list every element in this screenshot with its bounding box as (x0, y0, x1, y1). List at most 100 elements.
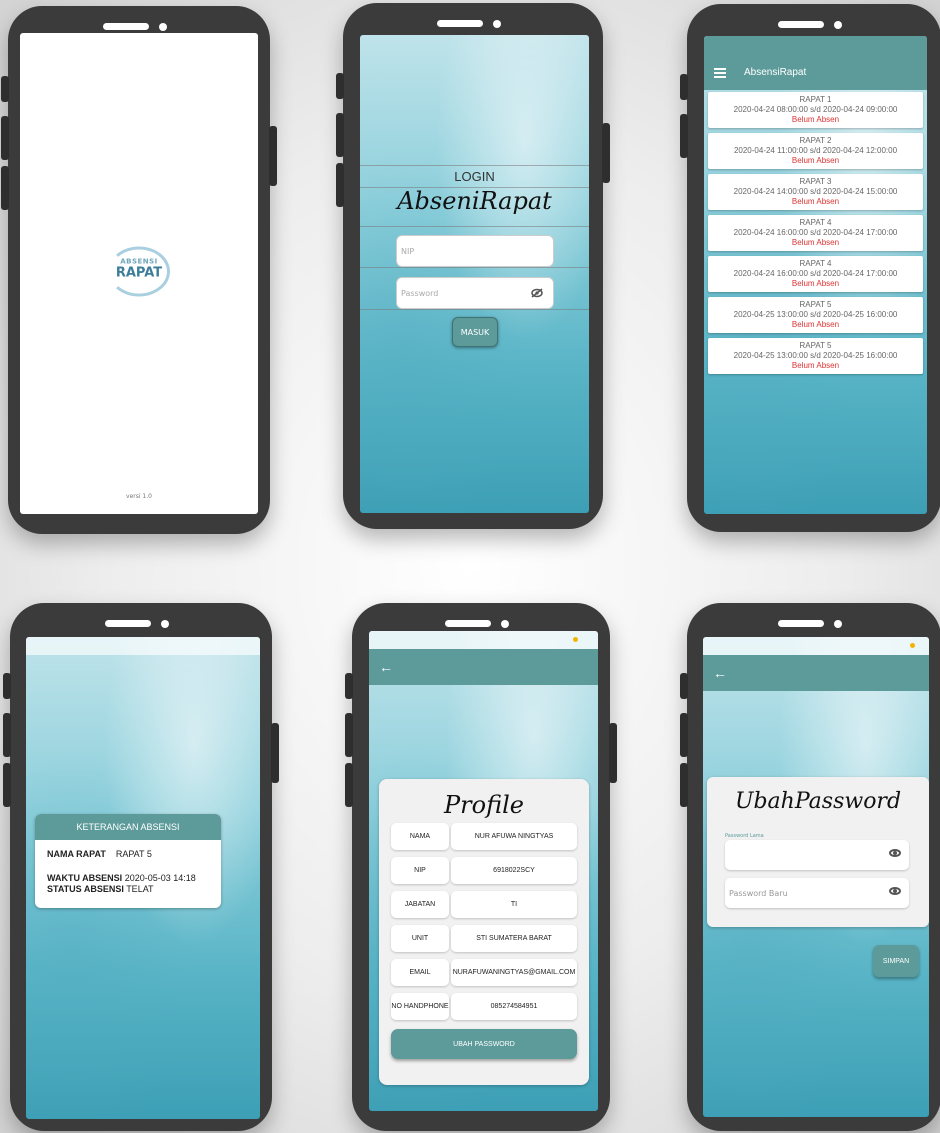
profile-value: 085274584951 (451, 993, 577, 1020)
volume-button (345, 713, 353, 757)
profile-label: NAMA (391, 823, 449, 850)
meeting-card[interactable]: RAPAT 5 2020-04-25 13:00:00 s/d 2020-04-2… (708, 338, 923, 374)
volume-button (680, 114, 688, 158)
meeting-status: Belum Absen (791, 238, 840, 247)
volume-button (680, 763, 688, 807)
profile-label: NO HANDPHONE (391, 993, 449, 1020)
speaker (437, 17, 509, 31)
volume-button (1, 166, 9, 210)
phone-profile: ← Profile NAMA NUR AFUWA NINGTYAS NIP 6918… (345, 603, 617, 1131)
profile-row: UNIT STI SUMATERA BARAT (391, 925, 577, 952)
keterangan-header: KETERANGAN ABSENSI (35, 814, 221, 840)
app-bar: AbsensiRapat (704, 54, 927, 90)
meeting-range: 2020-04-25 13:00:00 s/d 2020-04-25 16:00… (733, 351, 898, 360)
row-label: WAKTU ABSENSI (47, 873, 123, 883)
meeting-title: RAPAT 1 (799, 95, 832, 104)
row-value: 2020-05-03 14:18 (124, 873, 196, 883)
app-bar: ← (703, 655, 929, 691)
meeting-status: Belum Absen (791, 320, 840, 329)
meeting-list-screen: AbsensiRapat RAPAT 1 2020-04-24 08:00:00 … (704, 36, 927, 514)
volume-button (1, 76, 9, 102)
profile-label: EMAIL (391, 959, 449, 986)
profile-value: NURAFUWANINGTYAS@GMAIL.COM (451, 959, 577, 986)
status-bar (369, 631, 598, 649)
phone-login: LOGIN AbseniRapat NIP Password MASUK (336, 3, 610, 529)
volume-button (345, 763, 353, 807)
keterangan-screen: KETERANGAN ABSENSI NAMA RAPAT RAPAT 5 WA… (26, 637, 260, 1119)
ubah-password-title: UbahPassword (734, 789, 902, 814)
eye-icon[interactable] (889, 887, 901, 895)
profile-card: Profile NAMA NUR AFUWA NINGTYAS NIP 691802… (379, 779, 589, 1085)
meeting-status: Belum Absen (791, 197, 840, 206)
password-placeholder: Password (401, 288, 439, 298)
eye-icon[interactable] (889, 849, 901, 857)
meeting-range: 2020-04-24 16:00:00 s/d 2020-04-24 17:00… (733, 269, 898, 278)
meeting-title: RAPAT 4 (799, 259, 832, 268)
notification-dot (910, 643, 915, 648)
speaker (778, 18, 850, 32)
status-bar (704, 36, 927, 54)
app-name-script: AbseniRapat (397, 187, 552, 215)
row-label: STATUS ABSENSI (47, 884, 124, 894)
row-value: RAPAT 5 (115, 849, 152, 859)
nip-input[interactable]: NIP (396, 235, 554, 267)
old-password-label: Password Lama (725, 833, 764, 839)
meeting-title: RAPAT 5 (799, 300, 832, 309)
masuk-button[interactable]: MASUK (452, 317, 498, 347)
back-arrow-icon[interactable]: ← (713, 665, 727, 681)
meeting-card[interactable]: RAPAT 4 2020-04-24 16:00:00 s/d 2020-04-2… (708, 215, 923, 251)
speaker (445, 617, 517, 631)
meeting-title: RAPAT 2 (799, 136, 832, 145)
phone-splash: ABSENSI RAPAT versi 1.0 (1, 6, 277, 534)
profile-value: STI SUMATERA BARAT (451, 925, 577, 952)
ubah-password-card: UbahPassword Password Lama Password Baru (707, 777, 929, 927)
new-password-input[interactable]: Password Baru (725, 878, 909, 908)
keterangan-row: NAMA RAPAT RAPAT 5 (47, 849, 209, 859)
volume-button (336, 163, 344, 207)
meeting-card[interactable]: RAPAT 3 2020-04-24 14:00:00 s/d 2020-04-2… (708, 174, 923, 210)
power-button (602, 123, 610, 183)
meeting-range: 2020-04-24 14:00:00 s/d 2020-04-24 15:00… (733, 187, 898, 196)
meeting-status: Belum Absen (791, 156, 840, 165)
profile-value: TI (451, 891, 577, 918)
meeting-card[interactable]: RAPAT 5 2020-04-25 13:00:00 s/d 2020-04-2… (708, 297, 923, 333)
volume-button (336, 73, 344, 99)
profile-label: UNIT (391, 925, 449, 952)
meeting-list: RAPAT 1 2020-04-24 08:00:00 s/d 2020-04-2… (708, 92, 923, 379)
notification-dot (573, 637, 578, 642)
row-label: NAMA RAPAT (47, 849, 106, 859)
ubah-password-button[interactable]: UBAH PASSWORD (391, 1029, 577, 1059)
profile-row: EMAIL NURAFUWANINGTYAS@GMAIL.COM (391, 959, 577, 986)
profile-row: NAMA NUR AFUWA NINGTYAS (391, 823, 577, 850)
profile-title: Profile (444, 791, 524, 819)
old-password-input[interactable] (725, 840, 909, 870)
meeting-status: Belum Absen (791, 361, 840, 370)
back-arrow-icon[interactable]: ← (379, 659, 393, 675)
profile-value: 6918022SCY (451, 857, 577, 884)
status-bar (703, 637, 929, 655)
meeting-card[interactable]: RAPAT 4 2020-04-24 16:00:00 s/d 2020-04-2… (708, 256, 923, 292)
keterangan-card: KETERANGAN ABSENSI NAMA RAPAT RAPAT 5 WA… (35, 814, 221, 908)
power-button (271, 723, 279, 783)
meeting-card[interactable]: RAPAT 1 2020-04-24 08:00:00 s/d 2020-04-2… (708, 92, 923, 128)
volume-button (680, 673, 688, 699)
profile-row: NO HANDPHONE 085274584951 (391, 993, 577, 1020)
phone-keterangan: KETERANGAN ABSENSI NAMA RAPAT RAPAT 5 WA… (3, 603, 279, 1131)
meeting-range: 2020-04-24 08:00:00 s/d 2020-04-24 09:00… (733, 105, 898, 114)
simpan-button[interactable]: SIMPAN (873, 945, 919, 977)
menu-icon[interactable] (714, 67, 726, 78)
app-bar-title: AbsensiRapat (744, 66, 807, 78)
status-bar (26, 637, 260, 655)
meeting-status: Belum Absen (791, 279, 840, 288)
volume-button (3, 673, 11, 699)
meeting-range: 2020-04-24 11:00:00 s/d 2020-04-24 12:00… (733, 146, 898, 155)
meeting-range: 2020-04-25 13:00:00 s/d 2020-04-25 16:00… (733, 310, 898, 319)
eye-off-icon[interactable] (531, 288, 543, 298)
speaker (105, 617, 177, 631)
profile-label: NIP (391, 857, 449, 884)
meeting-status: Belum Absen (791, 115, 840, 124)
password-input[interactable]: Password (396, 277, 554, 309)
meeting-card[interactable]: RAPAT 2 2020-04-24 11:00:00 s/d 2020-04-2… (708, 133, 923, 169)
logo-text-absensi: ABSENSI (120, 257, 158, 265)
profile-screen: ← Profile NAMA NUR AFUWA NINGTYAS NIP 6918… (369, 631, 598, 1111)
